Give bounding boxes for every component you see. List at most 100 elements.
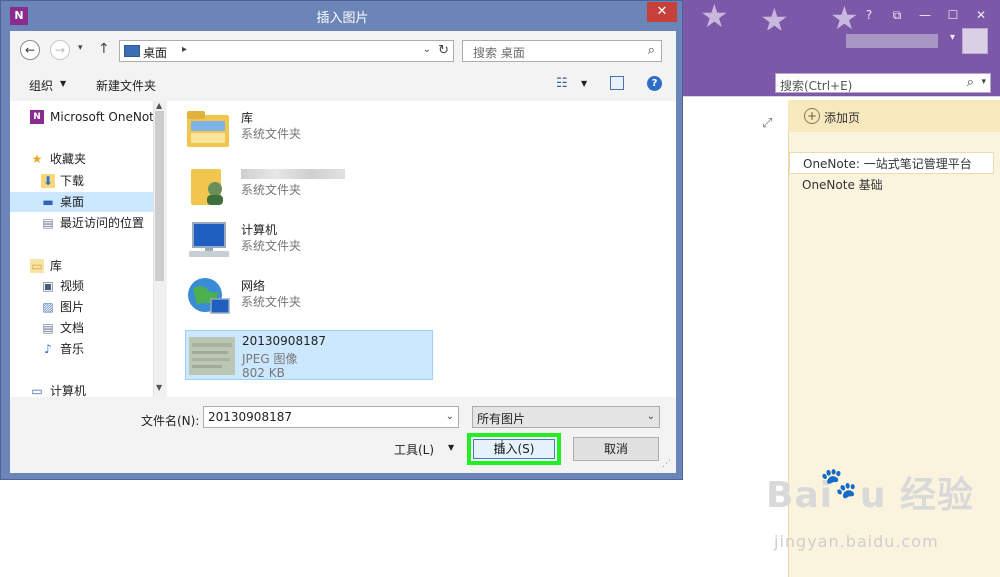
chevron-down-icon[interactable]: ▼ bbox=[581, 79, 587, 88]
file-item-jpeg[interactable]: 20130908187 JPEG 图像 802 KB bbox=[185, 330, 433, 380]
chevron-down-icon[interactable]: ▾ bbox=[950, 32, 955, 43]
tools-button[interactable]: 工具(L) ▼ bbox=[382, 438, 464, 460]
page-item[interactable]: OneNote 基础 bbox=[789, 174, 994, 196]
library-icon: ▭ bbox=[30, 259, 44, 273]
refresh-icon[interactable]: ↻ bbox=[438, 43, 449, 58]
file-name: 网络 bbox=[241, 279, 266, 293]
tree-item-label: 库 bbox=[50, 259, 63, 273]
scrollbar-thumb[interactable] bbox=[155, 111, 164, 281]
chevron-down-icon[interactable]: ▾ bbox=[981, 77, 986, 87]
view-options-icon[interactable]: ☷ bbox=[556, 76, 568, 91]
file-name-label: 文件名(N): bbox=[141, 414, 200, 428]
tree-item-computer[interactable]: ▭ 计算机 bbox=[10, 381, 153, 397]
search-icon[interactable]: ⌕ bbox=[648, 43, 655, 58]
tree-item-desktop[interactable]: ▬ 桌面 bbox=[10, 192, 153, 212]
insert-picture-dialog: N 插入图片 ✕ ← → ▾ ↑ 桌面 ▸ ⌄ ↻ 搜索 桌面 ⌕ 组织 ▼ 新… bbox=[0, 0, 683, 480]
search-input[interactable]: 搜索 桌面 ⌕ bbox=[462, 40, 662, 62]
chevron-down-icon: ▼ bbox=[448, 443, 455, 452]
tree-item-onenote[interactable]: N Microsoft OneNote bbox=[10, 107, 153, 127]
back-button[interactable]: ← bbox=[20, 40, 40, 60]
tree-item-music[interactable]: ♪ 音乐 bbox=[10, 339, 153, 359]
navigation-pane: N Microsoft OneNote ★ 收藏夹 ⬇ 下载 ▬ 桌面 ▤ 最近… bbox=[10, 101, 153, 397]
user-name-blurred[interactable] bbox=[846, 34, 938, 48]
file-name-input[interactable]: 20130908187 ⌄ bbox=[203, 406, 459, 428]
resize-grip-icon[interactable]: ⋰ bbox=[662, 459, 671, 469]
file-type: 系统文件夹 bbox=[241, 239, 302, 253]
network-globe-icon bbox=[185, 275, 231, 319]
address-bar[interactable]: 桌面 ▸ ⌄ ↻ bbox=[119, 40, 454, 62]
file-item-network[interactable]: 网络 系统文件夹 bbox=[185, 273, 435, 323]
tree-item-pictures[interactable]: ▨ 图片 bbox=[10, 297, 153, 317]
close-icon[interactable]: ✕ bbox=[970, 6, 992, 24]
library-folder-icon bbox=[185, 107, 231, 151]
tools-label: 工具(L) bbox=[394, 443, 435, 457]
pictures-icon: ▨ bbox=[42, 300, 54, 314]
close-button[interactable]: ✕ bbox=[647, 2, 677, 22]
avatar[interactable] bbox=[962, 28, 988, 54]
search-placeholder: 搜索 桌面 bbox=[473, 46, 525, 60]
dialog-footer: 文件名(N): 20130908187 ⌄ 所有图片 ⌄ 工具(L) ▼ 插入(… bbox=[10, 397, 676, 473]
chevron-down-icon[interactable]: ▼ bbox=[60, 79, 66, 88]
chevron-down-icon[interactable]: ⌄ bbox=[423, 44, 431, 55]
file-name: 计算机 bbox=[241, 223, 278, 237]
file-name-value[interactable]: 20130908187 bbox=[208, 410, 292, 424]
tree-item-label: Microsoft OneNote bbox=[50, 110, 153, 124]
maximize-icon[interactable]: ☐ bbox=[942, 6, 964, 24]
tree-item-label: 计算机 bbox=[50, 384, 87, 397]
new-folder-button[interactable]: 新建文件夹 bbox=[96, 77, 156, 94]
page-item[interactable]: OneNote: 一站式笔记管理平台 bbox=[789, 152, 994, 174]
divider bbox=[683, 96, 1000, 97]
plus-circle-icon[interactable]: + bbox=[804, 108, 820, 124]
chevron-down-icon[interactable]: ▼ bbox=[156, 383, 162, 392]
file-type: 系统文件夹 bbox=[241, 127, 302, 141]
organize-button[interactable]: 组织 bbox=[29, 77, 53, 94]
up-arrow-icon[interactable]: ↑ bbox=[98, 41, 110, 57]
search-icon[interactable]: ⌕ bbox=[967, 75, 974, 90]
insert-button[interactable]: 插入(S) bbox=[473, 439, 555, 459]
expand-icon[interactable]: ⤢ bbox=[762, 116, 772, 131]
computer-icon bbox=[185, 219, 231, 263]
tree-item-videos[interactable]: ▣ 视频 bbox=[10, 276, 153, 296]
address-location[interactable]: 桌面 bbox=[143, 44, 167, 61]
chevron-down-icon[interactable]: ⌄ bbox=[647, 411, 655, 422]
help-icon[interactable]: ? bbox=[858, 6, 880, 24]
chevron-up-icon[interactable]: ▲ bbox=[156, 101, 162, 110]
file-item-libraries[interactable]: 库 系统文件夹 bbox=[185, 105, 435, 155]
onenote-search-input[interactable]: 搜索(Ctrl+E) ⌕ ▾ bbox=[775, 73, 991, 93]
chevron-down-icon[interactable]: ⌄ bbox=[446, 411, 454, 422]
image-thumbnail-icon bbox=[189, 337, 235, 375]
user-folder-icon bbox=[185, 163, 231, 207]
file-list: 库 系统文件夹 系统文件夹 计算机 系统文件夹 网络 系统文件夹 2013090… bbox=[167, 101, 676, 397]
file-item-user-folder[interactable]: 系统文件夹 bbox=[185, 161, 435, 211]
file-size: 802 KB bbox=[242, 366, 285, 380]
tree-item-favorites[interactable]: ★ 收藏夹 bbox=[10, 149, 153, 169]
minimize-icon[interactable]: — bbox=[914, 6, 936, 24]
tree-item-libraries[interactable]: ▭ 库 bbox=[10, 256, 153, 276]
tree-item-label: 桌面 bbox=[60, 195, 85, 209]
file-type-value[interactable]: 所有图片 bbox=[477, 410, 525, 427]
tree-item-label: 音乐 bbox=[60, 342, 85, 356]
fullscreen-icon[interactable]: ⧉ bbox=[886, 6, 908, 24]
file-type: 系统文件夹 bbox=[241, 295, 302, 309]
documents-icon: ▤ bbox=[42, 321, 54, 335]
chevron-right-icon[interactable]: ▸ bbox=[182, 44, 187, 55]
search-placeholder: 搜索(Ctrl+E) bbox=[780, 79, 853, 93]
tree-item-downloads[interactable]: ⬇ 下载 bbox=[10, 171, 153, 191]
paw-icon: 🐾 bbox=[820, 466, 858, 501]
download-folder-icon: ⬇ bbox=[41, 174, 55, 188]
recent-places-icon: ▤ bbox=[42, 216, 54, 230]
tree-item-documents[interactable]: ▤ 文档 bbox=[10, 318, 153, 338]
dialog-client: ← → ▾ ↑ 桌面 ▸ ⌄ ↻ 搜索 桌面 ⌕ 组织 ▼ 新建文件夹 ☷ ▼ … bbox=[10, 31, 676, 473]
tree-item-recent[interactable]: ▤ 最近访问的位置 bbox=[10, 213, 153, 233]
help-icon[interactable]: ? bbox=[647, 76, 662, 91]
chevron-down-icon[interactable]: ▾ bbox=[78, 43, 83, 53]
watermark-url: jingyan.baidu.com bbox=[774, 532, 939, 551]
cancel-button[interactable]: 取消 bbox=[573, 437, 659, 461]
dialog-title: 插入图片 bbox=[316, 11, 369, 26]
add-page-label[interactable]: 添加页 bbox=[824, 109, 860, 126]
onenote-icon: N bbox=[30, 110, 44, 124]
forward-button[interactable]: → bbox=[50, 40, 70, 60]
preview-pane-icon[interactable] bbox=[610, 76, 624, 90]
file-item-computer[interactable]: 计算机 系统文件夹 bbox=[185, 217, 435, 267]
file-type-select[interactable]: 所有图片 ⌄ bbox=[472, 406, 660, 428]
